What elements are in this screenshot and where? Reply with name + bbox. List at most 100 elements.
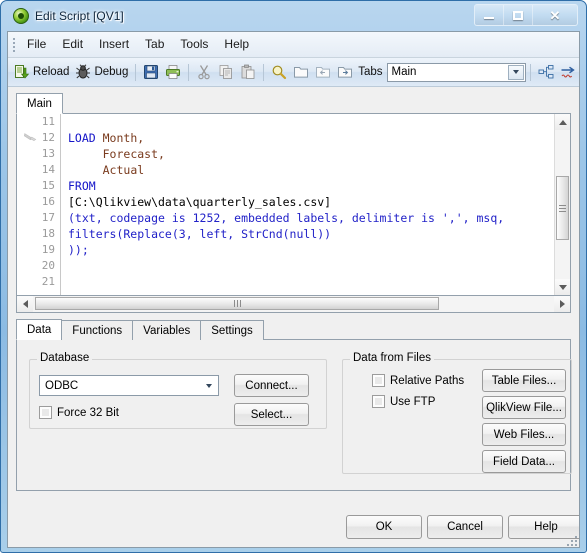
scroll-right-button[interactable] — [554, 296, 570, 312]
menu-gripper-icon[interactable] — [10, 37, 17, 53]
scroll-down-button[interactable] — [555, 279, 570, 295]
print-button[interactable] — [162, 61, 184, 83]
menu-item-edit[interactable]: Edit — [54, 34, 91, 55]
close-button[interactable]: ✕ — [533, 5, 577, 25]
reload-icon — [15, 65, 30, 79]
menu-item-tools[interactable]: Tools — [172, 34, 216, 55]
cancel-button-label: Cancel — [447, 521, 483, 533]
menu-item-tab[interactable]: Tab — [137, 34, 172, 55]
scroll-left-button[interactable] — [17, 296, 33, 312]
line-number-gutter: 11 12 13 14 15 16 17 18 19 20 21 — [17, 114, 61, 295]
debug-bug-icon — [76, 64, 91, 79]
cut-scissors-icon — [198, 65, 210, 80]
select-button[interactable]: Select... — [234, 403, 309, 426]
data-tab-panel: Database ODBC Connect... Force 32 Bit Se… — [16, 340, 572, 491]
cut-button[interactable] — [193, 61, 215, 83]
code-line: LOAD Month, — [68, 131, 145, 145]
script-marker-icon — [23, 133, 37, 141]
save-button[interactable] — [140, 61, 162, 83]
force-32-bit-checkbox[interactable] — [39, 406, 52, 419]
tab-settings[interactable]: Settings — [200, 320, 264, 340]
code-content[interactable]: LOAD Month, Forecast, Actual FROM [C:\Ql… — [62, 114, 554, 295]
demote-tab-button[interactable] — [334, 61, 356, 83]
tabs-select[interactable]: Main — [386, 62, 527, 82]
maximize-button[interactable] — [504, 5, 533, 25]
menu-item-file[interactable]: File — [19, 34, 54, 55]
vertical-scroll-thumb[interactable] — [556, 176, 569, 240]
search-magnifier-icon — [272, 65, 287, 80]
paste-button[interactable] — [237, 61, 259, 83]
tab-functions[interactable]: Functions — [61, 320, 134, 340]
qlikview-logo-icon — [13, 8, 29, 24]
connect-button[interactable]: Connect... — [234, 374, 309, 397]
find-button[interactable] — [268, 61, 290, 83]
triangle-right-icon — [559, 300, 565, 308]
scroll-up-button[interactable] — [555, 114, 570, 130]
editor-horizontal-scrollbar[interactable] — [16, 296, 571, 313]
toolbar: Reload Debug Tabs Main — [8, 58, 579, 87]
table-files-label: Table Files... — [491, 374, 557, 387]
triangle-down-icon — [559, 284, 567, 290]
relative-paths-checkbox[interactable] — [372, 374, 385, 387]
horizontal-scroll-thumb[interactable] — [35, 297, 439, 310]
script-tab-main[interactable]: Main — [16, 93, 63, 114]
field-data-button[interactable]: Field Data... — [482, 450, 566, 473]
bottom-panel: Data Functions Variables Settings Databa… — [8, 319, 579, 491]
minimize-button[interactable] — [475, 5, 504, 25]
toolbar-separator — [263, 63, 265, 81]
use-ftp-checkbox-row[interactable]: Use FTP — [372, 395, 435, 408]
qlikview-file-button[interactable]: QlikView File... — [482, 396, 566, 419]
scroll-grip-icon — [559, 204, 566, 212]
line-number: 17 — [41, 211, 55, 224]
editor-vertical-scrollbar[interactable] — [554, 114, 570, 295]
database-type-select[interactable]: ODBC — [39, 375, 219, 396]
reload-button[interactable]: Reload — [11, 61, 72, 83]
data-from-files-legend: Data from Files — [350, 352, 434, 364]
force-32-bit-checkbox-row[interactable]: Force 32 Bit — [39, 406, 119, 419]
chevron-down-icon — [513, 70, 520, 74]
line-number: 13 — [41, 147, 55, 160]
copy-button[interactable] — [215, 61, 237, 83]
toolbar-separator — [135, 63, 137, 81]
table-files-button[interactable]: Table Files... — [482, 369, 566, 392]
syntax-check-button[interactable] — [557, 61, 579, 83]
code-line: (txt, codepage is 1252, embedded labels,… — [68, 211, 505, 225]
new-tab-button[interactable] — [290, 61, 312, 83]
fields-button[interactable] — [535, 61, 557, 83]
database-group: Database ODBC Connect... Force 32 Bit Se… — [29, 352, 327, 429]
line-number: 15 — [41, 179, 55, 192]
menu-item-insert[interactable]: Insert — [91, 34, 137, 55]
tab-data[interactable]: Data — [16, 319, 63, 340]
use-ftp-label: Use FTP — [390, 395, 436, 408]
select-button-label: Select... — [250, 408, 293, 421]
line-number: 18 — [41, 227, 55, 240]
tabs-select-arrow[interactable] — [508, 64, 525, 80]
script-editor-section: Main 11 12 13 14 15 16 17 18 19 20 21 LO… — [8, 87, 579, 313]
tab-data-label: Data — [27, 323, 52, 336]
title-bar[interactable]: Edit Script [QV1] ✕ — [7, 1, 580, 31]
ok-button[interactable]: OK — [346, 515, 422, 539]
resize-grip-icon[interactable] — [565, 534, 577, 546]
new-tab-icon — [294, 67, 309, 78]
debug-button[interactable]: Debug — [72, 61, 131, 83]
code-line: [C:\Qlikview\data\quarterly_sales.csv] — [68, 195, 332, 209]
code-line: Forecast, — [102, 147, 165, 161]
use-ftp-checkbox[interactable] — [372, 395, 385, 408]
edit-script-window: Edit Script [QV1] ✕ File Edit Insert Tab… — [0, 0, 587, 553]
horizontal-scroll-track[interactable] — [33, 296, 554, 312]
window-controls: ✕ — [474, 4, 578, 26]
web-files-button[interactable]: Web Files... — [482, 423, 566, 446]
tab-settings-label: Settings — [211, 324, 253, 337]
database-type-arrow[interactable] — [201, 376, 216, 395]
line-number: 20 — [41, 259, 55, 272]
cancel-button[interactable]: Cancel — [427, 515, 503, 539]
line-number: 21 — [41, 275, 55, 288]
menu-item-help[interactable]: Help — [216, 34, 257, 55]
promote-tab-button[interactable] — [312, 61, 334, 83]
script-editor[interactable]: 11 12 13 14 15 16 17 18 19 20 21 LOAD Mo… — [16, 114, 571, 296]
ok-button-label: OK — [375, 521, 393, 533]
relative-paths-checkbox-row[interactable]: Relative Paths — [372, 374, 464, 387]
tab-variables[interactable]: Variables — [132, 320, 202, 340]
qlikview-file-label: QlikView File... — [486, 401, 562, 414]
